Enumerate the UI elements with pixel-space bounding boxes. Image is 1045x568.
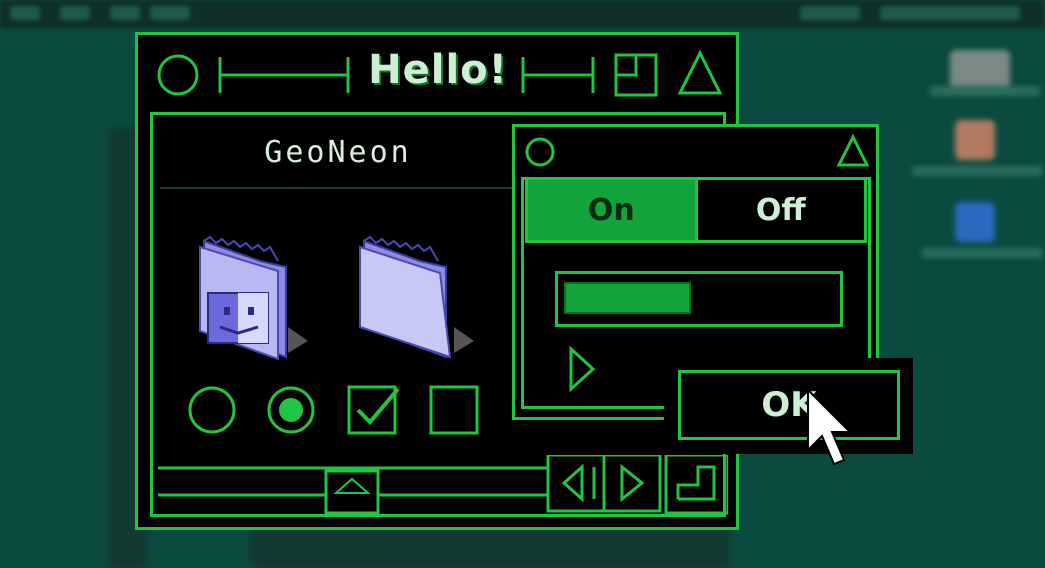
horizontal-scrollbar[interactable]	[158, 455, 728, 515]
window-title: Hello!	[368, 47, 508, 93]
radio-button-unselected[interactable]	[188, 386, 236, 434]
grow-box-icon[interactable]	[664, 455, 728, 515]
scroll-left-arrow-icon[interactable]	[546, 455, 606, 513]
mouse-pointer-icon	[807, 388, 850, 466]
title-bar[interactable]: Hello!	[138, 35, 736, 110]
collapse-box-icon[interactable]	[677, 49, 723, 95]
zoom-box-icon[interactable]	[614, 53, 658, 97]
panel-collapse-box-icon[interactable]	[836, 133, 870, 167]
progress-fill	[564, 282, 691, 314]
desktop-globe-icon[interactable]	[955, 202, 995, 242]
progress-bar	[555, 271, 843, 327]
scroll-thumb[interactable]	[324, 469, 380, 515]
desktop-document-icon[interactable]	[955, 120, 995, 160]
radio-button-selected[interactable]	[267, 386, 315, 434]
finder-folder-icon[interactable]	[190, 231, 320, 361]
disclosure-triangle-icon[interactable]	[567, 345, 597, 393]
blank-folder-icon[interactable]	[350, 231, 480, 361]
checkbox-checked[interactable]	[347, 385, 400, 435]
window-subtitle: GeoNeon	[264, 135, 412, 170]
off-segment-button[interactable]: Off	[697, 177, 867, 243]
ok-button[interactable]: OK	[678, 370, 900, 440]
close-box-icon[interactable]	[157, 54, 199, 96]
checkbox-unchecked[interactable]	[429, 385, 479, 435]
background-window-bottom	[250, 528, 730, 568]
on-segment-button[interactable]: On	[525, 177, 698, 243]
panel-close-box-icon[interactable]	[525, 137, 555, 167]
on-off-segmented-control: On Off	[525, 177, 867, 243]
ok-dialog: OK	[664, 358, 913, 454]
scroll-right-arrow-icon[interactable]	[602, 455, 662, 513]
desktop-drive-icon[interactable]	[950, 50, 1010, 90]
divider	[160, 187, 520, 189]
desktop-menubar	[0, 0, 1045, 28]
